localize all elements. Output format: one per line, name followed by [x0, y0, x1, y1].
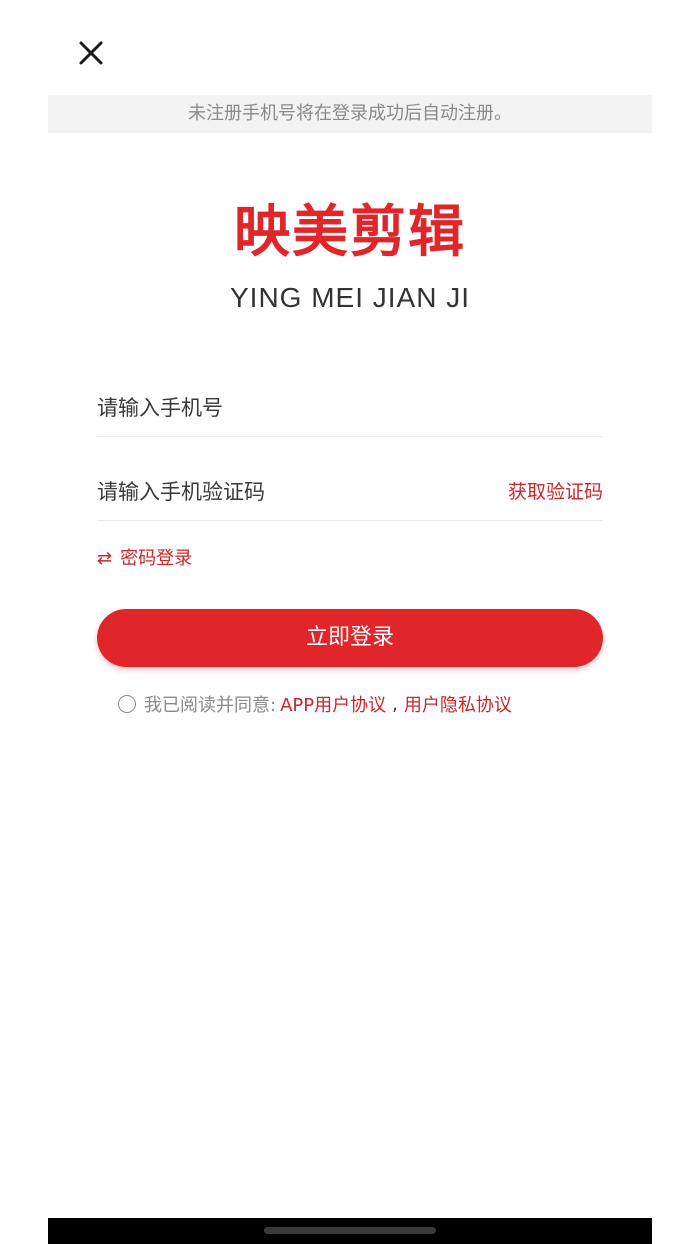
agreement-row: 我已阅读并同意: APP用户协议 , 用户隐私协议 — [118, 690, 512, 718]
home-indicator[interactable] — [264, 1227, 436, 1234]
agreement-separator: , — [392, 693, 398, 715]
phone-field — [97, 380, 603, 437]
close-icon — [79, 41, 103, 65]
password-login-link[interactable]: ⇄ 密码登录 — [97, 544, 192, 574]
password-login-label: 密码登录 — [120, 548, 193, 569]
app-logo-subtitle: YING MEI JIAN JI — [229, 282, 471, 313]
privacy-policy-link[interactable]: 用户隐私协议 — [404, 691, 512, 717]
get-code-button[interactable]: 获取验证码 — [508, 464, 603, 520]
login-button[interactable]: 立即登录 — [97, 609, 603, 667]
code-field: 获取验证码 — [97, 464, 603, 521]
agree-radio[interactable] — [118, 695, 136, 713]
agreement-prefix: 我已阅读并同意: — [144, 695, 277, 716]
close-button[interactable] — [72, 34, 110, 72]
register-notice: 未注册手机号将在登录成功后自动注册。 — [48, 95, 652, 133]
bottom-bar — [48, 1218, 652, 1244]
swap-icon: ⇄ — [97, 548, 113, 569]
app-logo: 映美剪辑 — [234, 200, 466, 265]
app-user-agreement-link[interactable]: APP用户协议 — [280, 691, 386, 717]
verification-code-input[interactable] — [97, 464, 477, 520]
phone-input[interactable] — [97, 380, 477, 436]
